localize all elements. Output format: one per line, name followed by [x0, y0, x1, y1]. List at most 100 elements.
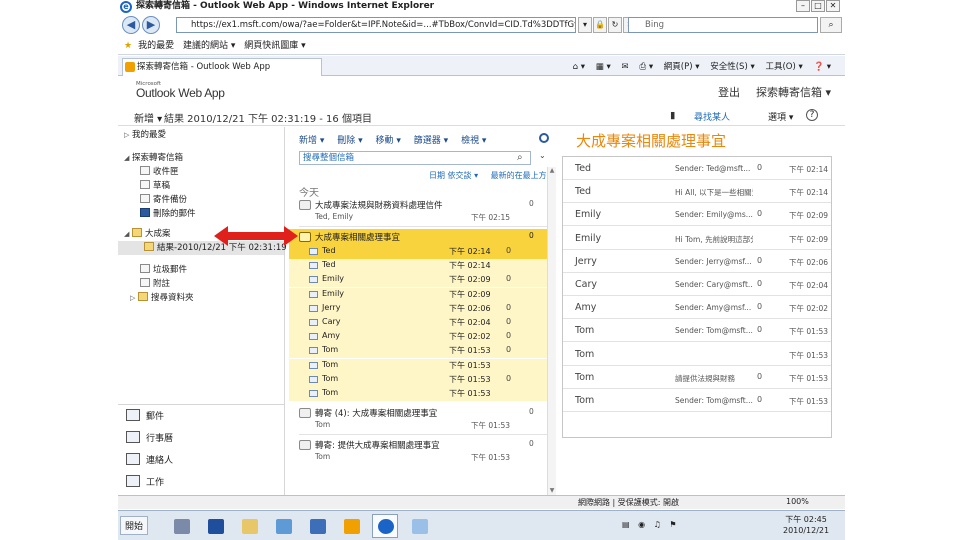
- taskbar-exchange[interactable]: [338, 514, 364, 538]
- folder-deleted[interactable]: 刪除的郵件: [140, 208, 196, 221]
- nav-tasks[interactable]: 工作: [126, 473, 164, 493]
- new-menu[interactable]: 新增 ▾: [134, 110, 162, 125]
- refresh-icon[interactable]: [539, 133, 549, 143]
- mail-icon[interactable]: ✉: [621, 62, 628, 72]
- reading-message-row[interactable]: Jerry Sender: Jerry@msf... 0 下午 02:06: [563, 250, 831, 273]
- folder-drafts[interactable]: 草稿: [140, 180, 170, 193]
- lock-icon[interactable]: 🔒: [593, 17, 607, 33]
- reading-message-row[interactable]: Amy Sender: Amy@msf... 0 下午 02:02: [563, 296, 831, 320]
- list-move-button[interactable]: 移動 ▾: [376, 136, 401, 146]
- reading-message-row[interactable]: Ted Sender: Ted@msft... 0 下午 02:14: [563, 157, 831, 180]
- chevron-down-icon[interactable]: ⌄: [539, 151, 546, 160]
- fav-item-suggested[interactable]: 建議的網站 ▾: [183, 41, 235, 51]
- message-row[interactable]: Ted 下午 02:14 0: [289, 245, 547, 259]
- taskbar-explorer[interactable]: [236, 514, 262, 538]
- taskbar-paint[interactable]: [406, 514, 432, 538]
- address-book-icon[interactable]: ▮: [670, 110, 675, 121]
- search-icon[interactable]: ⌕: [517, 152, 523, 163]
- maximize-button[interactable]: □: [811, 0, 825, 12]
- folder-inbox[interactable]: 收件匣: [140, 166, 179, 179]
- minimize-button[interactable]: –: [796, 0, 810, 12]
- message-row[interactable]: Emily 下午 02:09: [289, 287, 547, 302]
- close-button[interactable]: ✕: [826, 0, 840, 12]
- message-row[interactable]: Jerry 下午 02:06 0: [289, 301, 547, 316]
- mailbox-user-menu[interactable]: 探索轉寄信箱 ▾: [756, 84, 831, 100]
- help-icon[interactable]: ?: [806, 109, 818, 121]
- reading-message-row[interactable]: Tom Sender: Tom@msft... 0 下午 01:53: [563, 389, 831, 412]
- list-filter-button[interactable]: 篩選器 ▾: [414, 136, 448, 146]
- taskbar-tools[interactable]: [270, 514, 296, 538]
- nav-contacts[interactable]: 連絡人: [126, 451, 173, 471]
- zoom-level[interactable]: 100%: [786, 497, 809, 506]
- message-row[interactable]: Emily 下午 02:09 0: [289, 273, 547, 288]
- sort-order-button[interactable]: 最新的在最上方: [491, 171, 547, 180]
- folder-sent[interactable]: 寄件備份: [140, 194, 187, 207]
- refresh-button[interactable]: ↻: [608, 17, 622, 33]
- cmd-safety[interactable]: 安全性(S) ▾: [710, 62, 755, 72]
- reading-message-row[interactable]: Emily Sender: Emily@ms... 0 下午 02:09: [563, 203, 831, 227]
- scroll-up-icon[interactable]: ▲: [548, 167, 556, 175]
- conversation-item[interactable]: 轉寄: 提供大成專案相關處理事宜 0 Tom 下午 01:53: [289, 437, 547, 467]
- sign-out-link[interactable]: 登出: [718, 84, 740, 100]
- sort-by-button[interactable]: 日期 依交談 ▾: [429, 171, 478, 180]
- reading-message-row[interactable]: Cary Sender: Cary@msft... 0 下午 02:04: [563, 273, 831, 296]
- mailbox-node[interactable]: ◢ 探索轉寄信箱: [124, 152, 183, 165]
- address-dropdown-button[interactable]: ▾: [578, 17, 592, 33]
- reading-message-row[interactable]: Tom 請提供法規與財務 0 下午 01:53: [563, 366, 831, 389]
- address-bar[interactable]: https://ex1.msft.com/owa/?ae=Folder&t=IP…: [176, 17, 576, 33]
- tray-network-icon[interactable]: ▤: [622, 520, 630, 529]
- home-icon[interactable]: ⌂ ▾: [573, 62, 585, 72]
- message-row[interactable]: Ted 下午 02:14: [289, 259, 547, 274]
- message-row[interactable]: Tom 下午 01:53: [289, 387, 547, 401]
- print-icon[interactable]: ⎙ ▾: [639, 62, 653, 72]
- message-row[interactable]: Tom 下午 01:53 0: [289, 372, 547, 387]
- reading-message-row[interactable]: Ted Hi All, 以下是一些相關資訊 下午 02:14: [563, 180, 831, 204]
- message-row[interactable]: Tom 下午 01:53 0: [289, 344, 547, 359]
- nav-calendar[interactable]: 行事曆: [126, 429, 173, 449]
- folder-junk[interactable]: 垃圾郵件: [140, 264, 187, 277]
- reading-message-row[interactable]: Emily Hi Tom, 先前說明這部分 下午 02:09: [563, 227, 831, 250]
- taskbar-server-manager[interactable]: [168, 514, 194, 538]
- scroll-down-icon[interactable]: ▼: [548, 487, 556, 495]
- reading-message-row[interactable]: Tom Sender: Tom@msft... 0 下午 01:53: [563, 319, 831, 343]
- list-view-button[interactable]: 檢視 ▾: [461, 136, 486, 146]
- cmd-page[interactable]: 網頁(P) ▾: [664, 62, 700, 72]
- fav-item-webslice[interactable]: 網頁快訊圖庫 ▾: [244, 41, 305, 51]
- search-input[interactable]: 搜尋整個信箱: [299, 151, 531, 165]
- taskbar-powershell[interactable]: [202, 514, 228, 538]
- nav-mail[interactable]: 郵件: [126, 407, 164, 427]
- start-button[interactable]: 開始: [120, 516, 149, 535]
- conversation-item-selected[interactable]: 大成專案相關處理事宜 0: [289, 229, 547, 245]
- cmd-help[interactable]: ❓ ▾: [813, 62, 831, 72]
- browser-tab[interactable]: 探索轉寄信箱 - Outlook Web App: [122, 58, 322, 76]
- list-delete-button[interactable]: 刪除 ▾: [337, 136, 362, 146]
- folder-search[interactable]: ▷ 搜尋資料夾: [130, 292, 194, 305]
- feeds-icon[interactable]: ▦ ▾: [596, 62, 611, 72]
- list-new-button[interactable]: 新增 ▾: [299, 136, 324, 146]
- search-icon[interactable]: ⌕: [820, 17, 842, 33]
- find-someone-link[interactable]: 尋找某人: [694, 110, 730, 123]
- favorites-button[interactable]: 我的最愛: [138, 41, 174, 51]
- forward-button[interactable]: ▶: [142, 16, 160, 34]
- list-scrollbar[interactable]: ▲ ▼: [547, 167, 556, 495]
- tray-flag-icon[interactable]: ⚑: [669, 520, 676, 529]
- favorites-node[interactable]: ▷ 我的最愛: [124, 129, 166, 142]
- message-row[interactable]: Amy 下午 02:02 0: [289, 330, 547, 345]
- message-row[interactable]: Cary 下午 02:04 0: [289, 316, 547, 330]
- folder-case[interactable]: ◢ 大成案: [124, 228, 171, 241]
- options-menu[interactable]: 選項 ▾: [768, 110, 793, 123]
- conversation-item[interactable]: 大成專案法規與財務資料處理信件 0 Ted, Emily 下午 02:15: [289, 197, 547, 227]
- conversation-item[interactable]: 轉寄 (4): 大成專案相關處理事宜 0 Tom 下午 01:53: [289, 405, 547, 435]
- taskbar-ie[interactable]: [372, 514, 398, 538]
- message-row[interactable]: Tom 下午 01:53: [289, 358, 547, 373]
- tray-volume-icon[interactable]: ♫: [654, 520, 661, 529]
- pane-resize-grip[interactable]: .....: [194, 398, 212, 407]
- folder-notes[interactable]: 附註: [140, 278, 170, 291]
- bing-search-input[interactable]: Bing: [628, 17, 818, 33]
- cmd-tools[interactable]: 工具(O) ▾: [765, 62, 802, 72]
- taskbar-network[interactable]: [304, 514, 330, 538]
- back-button[interactable]: ◀: [122, 16, 140, 34]
- reading-message-row[interactable]: Tom 下午 01:53: [563, 343, 831, 366]
- tray-help-icon[interactable]: ◉: [638, 520, 645, 529]
- taskbar-clock[interactable]: 下午 02:45 2010/12/21: [783, 514, 829, 536]
